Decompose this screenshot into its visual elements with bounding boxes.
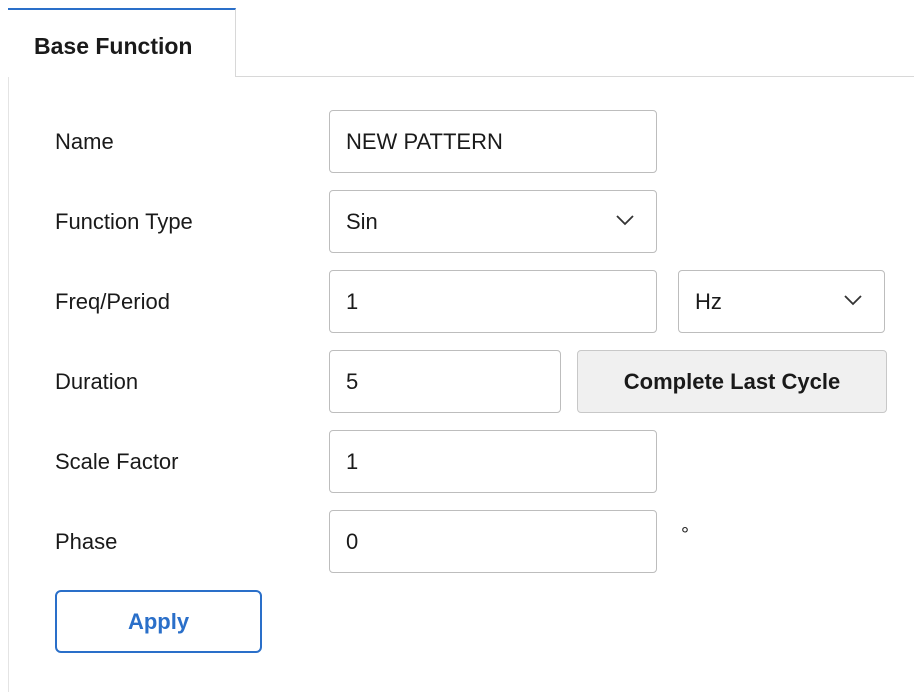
chevron-down-icon bbox=[616, 215, 634, 226]
function-type-label: Function Type bbox=[55, 209, 193, 234]
freq-period-label: Freq/Period bbox=[55, 289, 170, 314]
phase-unit-degree: ° bbox=[681, 524, 689, 546]
phase-field[interactable] bbox=[329, 510, 657, 573]
scale-factor-label: Scale Factor bbox=[55, 449, 179, 474]
freq-unit-select[interactable]: Hz bbox=[678, 270, 885, 333]
scale-factor-input[interactable] bbox=[330, 431, 656, 492]
function-type-value: Sin bbox=[346, 209, 378, 234]
duration-input[interactable] bbox=[330, 351, 560, 412]
duration-label: Duration bbox=[55, 369, 139, 394]
scale-factor-field[interactable] bbox=[329, 430, 657, 493]
tab-base-function[interactable]: Base Function bbox=[8, 8, 236, 77]
function-type-select[interactable]: Sin bbox=[329, 190, 657, 253]
name-input[interactable] bbox=[330, 111, 656, 172]
chevron-down-icon bbox=[844, 295, 862, 306]
freq-unit-value: Hz bbox=[695, 289, 722, 314]
freq-period-field[interactable] bbox=[329, 270, 657, 333]
complete-last-cycle-button[interactable]: Complete Last Cycle bbox=[577, 350, 887, 413]
panel-border bbox=[8, 77, 9, 692]
phase-input[interactable] bbox=[330, 511, 656, 572]
duration-field[interactable] bbox=[329, 350, 561, 413]
apply-button[interactable]: Apply bbox=[55, 590, 262, 653]
freq-period-input[interactable] bbox=[330, 271, 656, 332]
tab-label: Base Function bbox=[34, 33, 193, 59]
base-function-panel: Base Function Name Function Type Sin Fre… bbox=[0, 0, 914, 692]
phase-label: Phase bbox=[55, 529, 118, 554]
tab-strip: Base Function bbox=[0, 0, 914, 77]
name-label: Name bbox=[55, 129, 114, 154]
tab-divider bbox=[236, 76, 914, 77]
name-field[interactable] bbox=[329, 110, 657, 173]
